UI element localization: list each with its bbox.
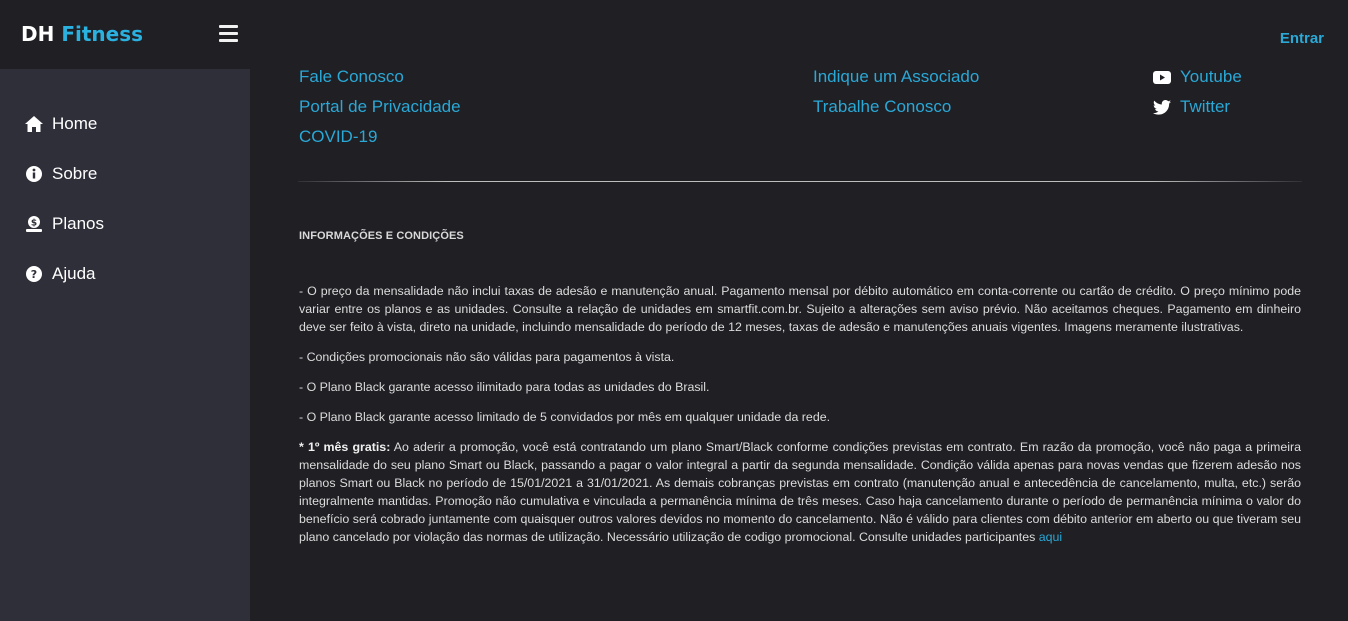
- link-covid-19[interactable]: COVID-19: [299, 127, 377, 147]
- info-paragraph-promo: * 1º mês gratis: Ao aderir a promoção, v…: [299, 438, 1301, 546]
- brand-area: DH Fitness: [0, 0, 250, 69]
- sidebar-item-label: Planos: [52, 214, 104, 233]
- link-twitter[interactable]: Twitter: [1152, 97, 1230, 117]
- link-trabalhe-conosco[interactable]: Trabalhe Conosco: [813, 97, 951, 117]
- promo-label: * 1º mês gratis:: [299, 440, 391, 454]
- info-paragraph: - Condições promocionais não são válidas…: [299, 350, 675, 364]
- logo[interactable]: DH Fitness: [21, 22, 143, 46]
- main-content: Fale Conosco Portal de Privacidade COVID…: [250, 67, 1348, 621]
- link-portal-privacidade[interactable]: Portal de Privacidade: [299, 97, 461, 117]
- money-icon: $: [24, 214, 44, 234]
- info-icon: [24, 164, 44, 184]
- info-title: INFORMAÇÕES E CONDIÇÕES: [299, 230, 464, 242]
- menu-toggle-icon[interactable]: [219, 25, 238, 42]
- sidebar: Home Sobre $ Planos ? Ajuda: [0, 69, 250, 621]
- twitter-icon: [1152, 98, 1172, 116]
- info-paragraphs: - O preço da mensalidade não inclui taxa…: [299, 282, 1301, 558]
- link-fale-conosco[interactable]: Fale Conosco: [299, 67, 404, 87]
- sidebar-item-label: Home: [52, 114, 98, 133]
- home-icon: [24, 114, 44, 134]
- sidebar-item-label: Sobre: [52, 164, 98, 183]
- info-paragraph: - O Plano Black garante acesso ilimitado…: [299, 380, 710, 394]
- svg-text:?: ?: [31, 268, 37, 281]
- svg-text:$: $: [31, 219, 37, 229]
- login-link[interactable]: Entrar: [1280, 30, 1324, 47]
- sidebar-item-planos[interactable]: $ Planos: [24, 212, 104, 236]
- promo-text: Ao aderir a promoção, você está contrata…: [299, 440, 1302, 544]
- logo-part-dh: DH: [21, 22, 55, 46]
- top-bar: DH Fitness Entrar: [0, 0, 1348, 69]
- social-label: Youtube: [1180, 67, 1242, 86]
- link-indique-associado[interactable]: Indique um Associado: [813, 67, 979, 87]
- aqui-link[interactable]: aqui: [1039, 530, 1062, 544]
- sidebar-item-label: Ajuda: [52, 264, 96, 283]
- info-paragraph: - O Plano Black garante acesso limitado …: [299, 410, 831, 424]
- info-paragraph: - O preço da mensalidade não inclui taxa…: [299, 284, 1301, 334]
- sidebar-item-ajuda[interactable]: ? Ajuda: [24, 262, 95, 286]
- sidebar-item-sobre[interactable]: Sobre: [24, 162, 97, 186]
- link-youtube[interactable]: Youtube: [1152, 67, 1242, 87]
- sidebar-item-home[interactable]: Home: [24, 112, 97, 136]
- divider: [298, 181, 1302, 182]
- social-label: Twitter: [1180, 97, 1231, 116]
- question-icon: ?: [24, 264, 44, 284]
- logo-part-fitness: Fitness: [61, 22, 144, 46]
- youtube-icon: [1152, 68, 1172, 86]
